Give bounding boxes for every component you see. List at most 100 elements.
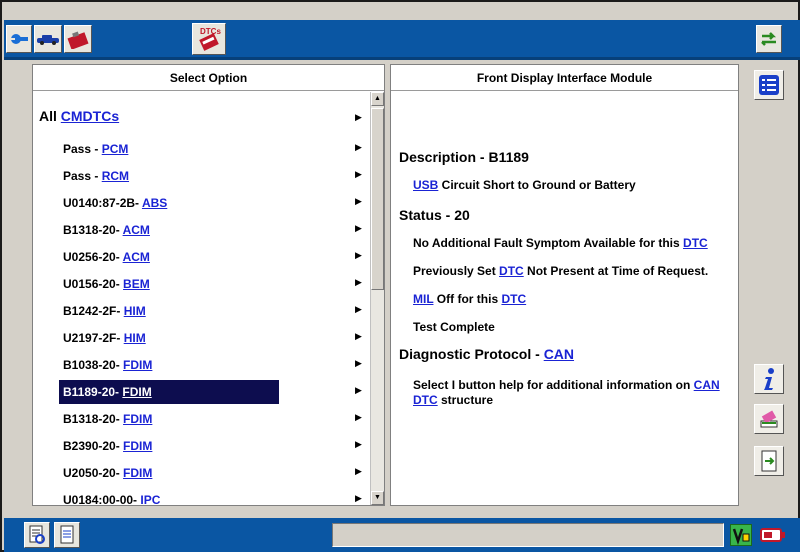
expand-arrow-icon[interactable]: ▶	[355, 277, 362, 288]
list-item[interactable]: B2390-20- FDIM ▶	[33, 434, 370, 458]
scroll-up-icon[interactable]: ▲	[371, 92, 384, 106]
list-item[interactable]: Pass - RCM ▶	[33, 164, 370, 188]
cmdtcs-link[interactable]: CMDTCs	[61, 108, 119, 124]
status-line-2-b: Not Present at Time of Request.	[523, 264, 709, 278]
expand-arrow-icon[interactable]: ▶	[355, 385, 362, 396]
list-icon[interactable]	[754, 70, 784, 100]
list-item[interactable]: U0156-20- BEM ▶	[33, 272, 370, 296]
dtc-link[interactable]: DTC	[501, 292, 526, 306]
module-link[interactable]: FDIM	[123, 412, 152, 426]
select-option-title: Select Option	[33, 65, 384, 91]
dtc-code: Pass -	[63, 142, 102, 156]
list-item[interactable]: B1318-20- ACM ▶	[33, 218, 370, 242]
list-item[interactable]: U2197-2F- HIM ▶	[33, 326, 370, 350]
dtc-link[interactable]: DTC	[499, 264, 524, 278]
can-link[interactable]: CAN	[544, 346, 574, 362]
expand-arrow-icon[interactable]: ▶	[355, 466, 362, 477]
list-item[interactable]: B1038-20- FDIM ▶	[33, 353, 370, 377]
list-item-label: Pass - PCM	[63, 142, 128, 156]
list-item-label: U2050-20- FDIM	[63, 466, 152, 480]
dtc-link[interactable]: DTC	[683, 236, 708, 250]
module-link[interactable]: BEM	[123, 277, 150, 291]
mil-link[interactable]: MIL	[413, 292, 433, 306]
dtc-code: B1038-20-	[63, 358, 124, 372]
list-item-label: Pass - RCM	[63, 169, 129, 183]
list-item-label: U0156-20- BEM	[63, 277, 150, 291]
report-icon[interactable]	[24, 522, 50, 548]
scroll-down-icon[interactable]: ▼	[371, 491, 384, 505]
expand-arrow-icon[interactable]: ▶	[355, 250, 362, 261]
expand-arrow-icon[interactable]: ▶	[355, 493, 362, 504]
status-line-2-a: Previously Set	[413, 264, 500, 278]
list-item[interactable]: U0256-20- ACM ▶	[33, 245, 370, 269]
dtc-code: Pass -	[63, 169, 102, 183]
usb-link[interactable]: USB	[413, 178, 438, 192]
vehicle-icon[interactable]	[34, 25, 62, 53]
info-icon[interactable]	[754, 364, 784, 394]
module-link[interactable]: FDIM	[123, 466, 152, 480]
expand-arrow-icon[interactable]: ▶	[355, 223, 362, 234]
dtc-code: U2197-2F-	[63, 331, 124, 345]
description-heading: Description - B1189	[399, 149, 529, 165]
options-scrollbar[interactable]: ▲ ▼	[370, 92, 384, 505]
protocol-heading: Diagnostic Protocol - CAN	[399, 346, 574, 362]
dtc-code: U0156-20-	[63, 277, 124, 291]
expand-arrow-icon[interactable]: ▶	[355, 358, 362, 369]
option-list: All CMDTCs ▶ Pass - PCM ▶ Pass - RCM ▶ U0140…	[33, 92, 370, 505]
list-item[interactable]: U0140:87-2B- ABS ▶	[33, 191, 370, 215]
expand-arrow-icon[interactable]: ▶	[355, 331, 362, 342]
export-icon[interactable]	[754, 446, 784, 476]
list-item-label: B1189-20- FDIM	[63, 385, 152, 399]
dtc-code: U0256-20-	[63, 250, 123, 264]
expand-arrow-icon[interactable]: ▶	[355, 412, 362, 423]
expand-arrow-icon[interactable]: ▶	[355, 142, 362, 153]
module-link[interactable]: ACM	[123, 223, 150, 237]
module-info-panel: Front Display Interface Module Descripti…	[390, 64, 739, 506]
module-link[interactable]: ACM	[123, 250, 150, 264]
expand-arrow-icon[interactable]: ▶	[355, 196, 362, 207]
app-window: DTCs Select Option All CMDTCs ▶ Pass - P…	[0, 0, 800, 552]
list-item[interactable]: Pass - PCM ▶	[33, 137, 370, 161]
toolbar-shadow	[4, 57, 800, 60]
scroll-thumb[interactable]	[371, 108, 384, 290]
swap-arrows-icon[interactable]	[756, 25, 782, 53]
eraser-icon[interactable]	[754, 404, 784, 434]
module-link[interactable]: HIM	[124, 331, 146, 345]
list-item-label: B2390-20- FDIM	[63, 439, 152, 453]
expand-arrow-icon[interactable]: ▶	[355, 112, 362, 123]
module-link[interactable]: HIM	[124, 304, 146, 318]
expand-arrow-icon[interactable]: ▶	[355, 169, 362, 180]
list-item-label: B1318-20- ACM	[63, 223, 150, 237]
bottom-toolbar	[4, 518, 800, 552]
module-link[interactable]: ABS	[142, 196, 167, 210]
protocol-body: Select I button help for additional info…	[413, 378, 694, 392]
expand-arrow-icon[interactable]: ▶	[355, 304, 362, 315]
dtc-icon[interactable]: DTCs	[192, 23, 226, 55]
list-item[interactable]: U2050-20- FDIM ▶	[33, 461, 370, 485]
connect-icon[interactable]	[6, 25, 32, 53]
module-link[interactable]: FDIM	[123, 358, 152, 372]
module-link[interactable]: IPC	[140, 493, 160, 505]
voltage-icon[interactable]	[730, 524, 752, 546]
module-link[interactable]: RCM	[102, 169, 129, 183]
list-item[interactable]: U0184:00-00- IPC ▶	[33, 488, 370, 505]
module-link[interactable]: PCM	[102, 142, 129, 156]
list-item-label: U0184:00-00- IPC	[63, 493, 160, 505]
can-link[interactable]: CAN	[694, 378, 720, 392]
dtc-link[interactable]: DTC	[413, 393, 438, 407]
status-field	[332, 523, 724, 547]
module-link[interactable]: FDIM	[123, 439, 152, 453]
list-item[interactable]: B1242-2F- HIM ▶	[33, 299, 370, 323]
module-link[interactable]: FDIM	[122, 385, 151, 399]
list-item-label: B1318-20- FDIM	[63, 412, 152, 426]
expand-arrow-icon[interactable]: ▶	[355, 439, 362, 450]
list-item[interactable]: B1318-20- FDIM ▶	[33, 407, 370, 431]
toolbox-icon[interactable]	[64, 25, 92, 53]
dtc-code: U0184:00-00-	[63, 493, 141, 505]
battery-icon[interactable]	[758, 524, 788, 546]
protocol-text: Select I button help for additional info…	[413, 378, 723, 408]
list-item[interactable]: B1189-20- FDIM ▶	[33, 380, 370, 404]
notes-icon[interactable]	[54, 522, 80, 548]
all-cmdtcs-header[interactable]: All CMDTCs	[39, 108, 119, 124]
list-item-label: B1038-20- FDIM	[63, 358, 152, 372]
